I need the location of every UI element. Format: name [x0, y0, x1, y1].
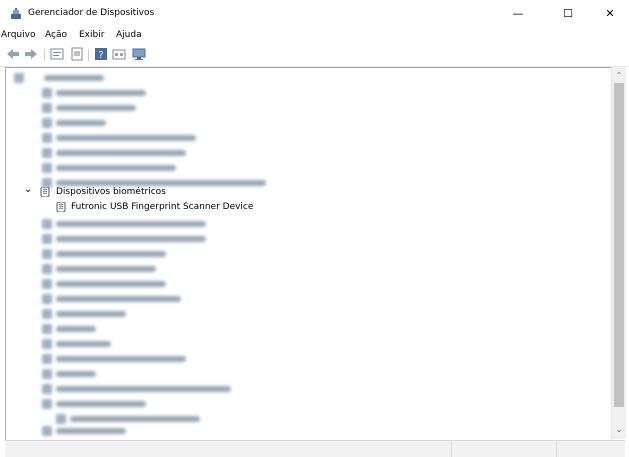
- blurred-tree-item: [56, 413, 256, 425]
- resources-icon[interactable]: [112, 47, 126, 61]
- blurred-tree-item: [42, 278, 242, 290]
- scroll-down-icon[interactable]: ⌄: [612, 423, 626, 437]
- back-icon[interactable]: [6, 47, 20, 61]
- blurred-tree-item: [42, 263, 242, 275]
- blurred-tree-item: [42, 425, 242, 437]
- status-divider: [451, 441, 452, 457]
- close-button[interactable]: ✕: [590, 4, 629, 24]
- menu-acao[interactable]: Ação: [45, 30, 67, 40]
- blurred-tree-item: [42, 383, 272, 395]
- blurred-tree-item: [42, 248, 242, 260]
- blurred-tree-item: [42, 233, 242, 245]
- menu-arquivo[interactable]: Arquivo: [1, 30, 35, 40]
- scroll-up-icon[interactable]: ⌃: [612, 69, 626, 83]
- status-bar: [5, 440, 625, 457]
- blurred-tree-item: [42, 368, 242, 380]
- fingerprint-icon: [40, 187, 50, 197]
- menu-bar: Arquivo Ação Exibir Ajuda: [0, 28, 629, 44]
- blurred-tree-item: [14, 72, 134, 84]
- device-label: Futronic USB Fingerprint Scanner Device: [71, 202, 254, 212]
- blurred-tree-item: [42, 102, 182, 114]
- maximize-button[interactable]: ☐: [548, 4, 588, 24]
- blurred-tree-item: [42, 338, 242, 350]
- blurred-tree-item: [42, 353, 242, 365]
- toolbar-separator: [44, 49, 45, 61]
- title-bar: Gerenciador de Dispositivos — ☐ ✕: [0, 0, 629, 28]
- toolbar-separator: [88, 49, 89, 61]
- minimize-button[interactable]: —: [498, 4, 538, 24]
- blurred-tree-item: [42, 132, 242, 144]
- blurred-tree-item: [42, 308, 242, 320]
- fingerprint-icon: [56, 202, 66, 212]
- blurred-tree-item: [42, 293, 242, 305]
- svg-text:?: ?: [98, 50, 103, 61]
- blurred-tree-item: [42, 87, 182, 99]
- properties-icon[interactable]: [50, 47, 64, 61]
- blurred-tree-item: [42, 162, 242, 174]
- menu-exibir[interactable]: Exibir: [79, 30, 104, 40]
- category-label: Dispositivos biométricos: [56, 187, 166, 197]
- forward-icon[interactable]: [24, 47, 38, 61]
- window-title: Gerenciador de Dispositivos: [28, 8, 155, 18]
- device-manager-icon: [11, 8, 21, 19]
- scrollbar-thumb[interactable]: [614, 83, 624, 407]
- update-icon[interactable]: [70, 47, 84, 61]
- blurred-tree-item: [42, 117, 182, 129]
- menu-ajuda[interactable]: Ajuda: [116, 30, 142, 40]
- blurred-tree-item: [42, 218, 242, 230]
- toolbar: ?: [0, 44, 629, 67]
- tree-category-biometric[interactable]: ⌄ Dispositivos biométricos: [24, 183, 324, 199]
- blurred-tree-item: [42, 147, 242, 159]
- help-icon[interactable]: ?: [94, 47, 108, 61]
- device-tree[interactable]: ⌄ Dispositivos biométricos Futronic USB …: [5, 67, 612, 441]
- monitor-icon[interactable]: [132, 47, 146, 61]
- blurred-tree-item: [42, 398, 242, 410]
- blurred-tree-item: [42, 323, 242, 335]
- status-divider: [556, 441, 557, 457]
- chevron-down-icon[interactable]: ⌄: [24, 183, 32, 197]
- tree-device-fingerprint[interactable]: Futronic USB Fingerprint Scanner Device: [56, 200, 356, 214]
- vertical-scrollbar[interactable]: ⌃ ⌄: [611, 67, 626, 439]
